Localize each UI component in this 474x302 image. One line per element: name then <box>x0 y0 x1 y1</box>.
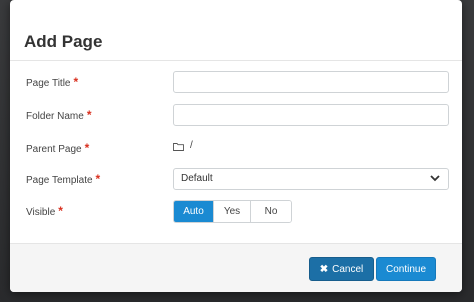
dialog-header: Add Page <box>10 0 462 61</box>
visible-option-auto[interactable]: Auto <box>174 201 213 222</box>
folder-name-input[interactable] <box>173 104 449 126</box>
page-template-label: Page Template * <box>26 172 101 186</box>
page-template-select[interactable]: Default <box>173 168 449 190</box>
dialog-footer: ✖ Cancel Continue <box>10 243 462 292</box>
required-marker: * <box>58 204 63 218</box>
parent-page-label: Parent Page * <box>26 141 90 155</box>
parent-page-path: / <box>190 140 193 151</box>
add-page-dialog: Add Page Page Title * Folder Name * Parent… <box>10 0 462 292</box>
folder-name-label: Folder Name * <box>26 108 92 122</box>
required-marker: * <box>95 172 101 186</box>
continue-button[interactable]: Continue <box>376 257 436 281</box>
dialog-title: Add Page <box>24 32 103 51</box>
dialog-body: Page Title * Folder Name * Parent Page * / … <box>10 61 462 241</box>
visible-option-yes[interactable]: Yes <box>213 201 250 222</box>
close-icon: ✖ <box>319 264 329 275</box>
visible-label: Visible * <box>26 204 63 218</box>
required-marker: * <box>86 108 92 122</box>
visible-toggle-group: Auto Yes No <box>173 200 292 223</box>
required-marker: * <box>73 75 79 89</box>
chevron-down-icon <box>430 175 440 182</box>
parent-page-value: / <box>173 139 193 153</box>
required-marker: * <box>84 141 90 155</box>
page-title-label: Page Title * <box>26 75 79 89</box>
page-title-input[interactable] <box>173 71 449 93</box>
page-template-selected: Default <box>181 173 213 184</box>
cancel-button[interactable]: ✖ Cancel <box>309 257 374 281</box>
visible-option-no[interactable]: No <box>250 201 291 222</box>
folder-icon <box>173 142 184 151</box>
cancel-label: Cancel <box>332 264 364 275</box>
